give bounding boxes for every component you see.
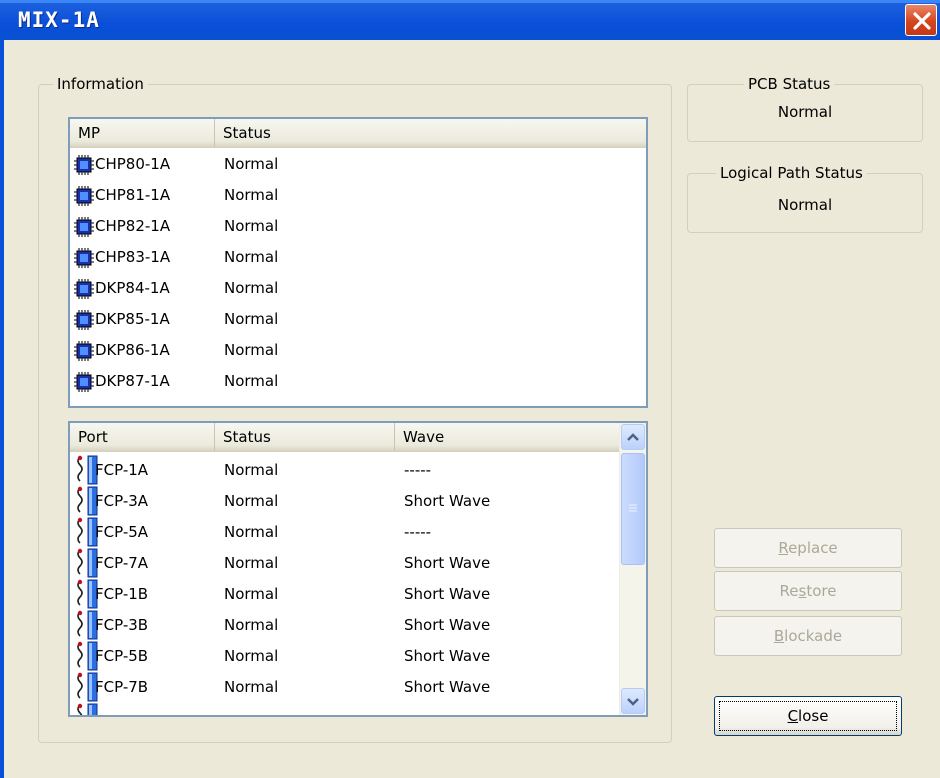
mp-list-row[interactable]: DKP87-1A Normal: [70, 366, 646, 396]
grip-icon: [629, 504, 637, 512]
port-status: Normal: [224, 678, 279, 696]
mp-list-row[interactable]: DKP84-1A Normal: [70, 273, 646, 303]
port-name: FCP-7B: [95, 678, 149, 696]
mp-status: Normal: [224, 310, 279, 328]
mp-column-header[interactable]: MP: [70, 119, 215, 147]
close-icon: [913, 12, 931, 30]
port-list-row-partial[interactable]: [70, 703, 620, 715]
port-wave: Short Wave: [404, 554, 491, 572]
logical-path-status-label: Logical Path Status: [716, 163, 867, 183]
mp-list-row[interactable]: DKP85-1A Normal: [70, 304, 646, 334]
mp-name: DKP87-1A: [95, 372, 170, 390]
port-status: Normal: [224, 616, 279, 634]
mp-name: DKP86-1A: [95, 341, 170, 359]
port-list-row[interactable]: FCP-5B Normal Short Wave: [70, 641, 620, 671]
window-close-button[interactable]: [905, 4, 937, 36]
port-status-column-header[interactable]: Status: [215, 423, 395, 451]
mp-list-row[interactable]: CHP83-1A Normal: [70, 242, 646, 272]
mp-status: Normal: [224, 217, 279, 235]
port-wave: Short Wave: [404, 492, 491, 510]
mp-status-column-header[interactable]: Status: [215, 119, 646, 147]
logical-path-status-group: Logical Path Status Normal: [687, 163, 923, 233]
port-name: FCP-3B: [95, 616, 149, 634]
port-name: FCP-7A: [95, 554, 149, 572]
mp-list-row[interactable]: DKP86-1A Normal: [70, 335, 646, 365]
port-status: Normal: [224, 523, 279, 541]
port-name: FCP-1B: [95, 585, 149, 603]
mp-name: CHP80-1A: [95, 155, 171, 173]
processor-chip-icon: [74, 186, 94, 206]
logical-path-status-value: Normal: [777, 196, 833, 214]
mp-status: Normal: [224, 186, 279, 204]
port-list-row[interactable]: FCP-7A Normal Short Wave: [70, 548, 620, 578]
mp-name: CHP82-1A: [95, 217, 171, 235]
mp-status: Normal: [224, 341, 279, 359]
port-list-row[interactable]: FCP-1B Normal Short Wave: [70, 579, 620, 609]
close-button[interactable]: Close: [714, 696, 902, 736]
port-wave: Short Wave: [404, 616, 491, 634]
blockade-button[interactable]: Blockade: [714, 616, 902, 656]
mp-list-row[interactable]: CHP81-1A Normal: [70, 180, 646, 210]
mp-list-row[interactable]: CHP80-1A Normal: [70, 149, 646, 179]
chevron-up-icon: [627, 433, 639, 441]
port-list-row[interactable]: FCP-1A Normal -----: [70, 455, 620, 485]
window-title: MIX-1A: [18, 8, 100, 32]
chevron-down-icon: [627, 698, 639, 706]
pcb-status-group: PCB Status Normal: [687, 74, 923, 142]
scroll-thumb[interactable]: [621, 453, 645, 565]
dialog-client: Information MP Status CHP80-1A Normal CHP8…: [4, 40, 940, 778]
port-name: FCP-5B: [95, 647, 149, 665]
mp-name: CHP81-1A: [95, 186, 171, 204]
port-list-scrollbar[interactable]: [619, 423, 646, 715]
information-group: Information MP Status CHP80-1A Normal CHP8…: [38, 74, 672, 743]
scroll-down-button[interactable]: [621, 688, 645, 714]
port-list-row[interactable]: FCP-5A Normal -----: [70, 517, 620, 547]
processor-chip-icon: [74, 155, 94, 175]
processor-chip-icon: [74, 341, 94, 361]
port-name: FCP-5A: [95, 523, 149, 541]
port-wave: Short Wave: [404, 647, 491, 665]
replace-button[interactable]: Replace: [714, 528, 902, 568]
port-list-row[interactable]: FCP-3B Normal Short Wave: [70, 610, 620, 640]
information-label: Information: [53, 74, 148, 94]
port-status: Normal: [224, 647, 279, 665]
scroll-up-button[interactable]: [621, 424, 645, 450]
port-status: Normal: [224, 585, 279, 603]
processor-chip-icon: [74, 279, 94, 299]
fibre-port-icon: [77, 703, 98, 715]
processor-chip-icon: [74, 372, 94, 392]
processor-chip-icon: [74, 310, 94, 330]
mp-status: Normal: [224, 155, 279, 173]
mp-name: DKP84-1A: [95, 279, 170, 297]
mp-status: Normal: [224, 372, 279, 390]
port-status: Normal: [224, 492, 279, 510]
port-wave: -----: [404, 523, 432, 541]
port-list-row[interactable]: FCP-3A Normal Short Wave: [70, 486, 620, 516]
port-name: FCP-1A: [95, 461, 149, 479]
mp-name: DKP85-1A: [95, 310, 170, 328]
port-name: FCP-3A: [95, 492, 149, 510]
port-wave: -----: [404, 461, 432, 479]
processor-chip-icon: [74, 217, 94, 237]
port-status: Normal: [224, 554, 279, 572]
port-list-row[interactable]: FCP-7B Normal Short Wave: [70, 672, 620, 702]
port-wave: Short Wave: [404, 678, 491, 696]
processor-chip-icon: [74, 248, 94, 268]
port-wave: Short Wave: [404, 585, 491, 603]
mp-list-header: MP Status: [70, 119, 646, 148]
dialog-window: MIX-1A Information MP Status CHP80-1A Nor…: [0, 0, 940, 778]
mp-list-row[interactable]: CHP82-1A Normal: [70, 211, 646, 241]
mp-status: Normal: [224, 248, 279, 266]
port-list-header: Port Status Wave: [70, 423, 620, 452]
pcb-status-value: Normal: [777, 103, 833, 121]
restore-button[interactable]: Restore: [714, 571, 902, 611]
pcb-status-label: PCB Status: [744, 74, 835, 94]
wave-column-header[interactable]: Wave: [395, 423, 620, 451]
mp-status: Normal: [224, 279, 279, 297]
port-column-header[interactable]: Port: [70, 423, 215, 451]
port-list[interactable]: Port Status Wave FCP-1A Normal ----- FCP-3A…: [68, 421, 648, 717]
mp-list[interactable]: MP Status CHP80-1A Normal CHP81-1A Normal CH…: [68, 117, 648, 408]
port-status: Normal: [224, 461, 279, 479]
mp-name: CHP83-1A: [95, 248, 171, 266]
